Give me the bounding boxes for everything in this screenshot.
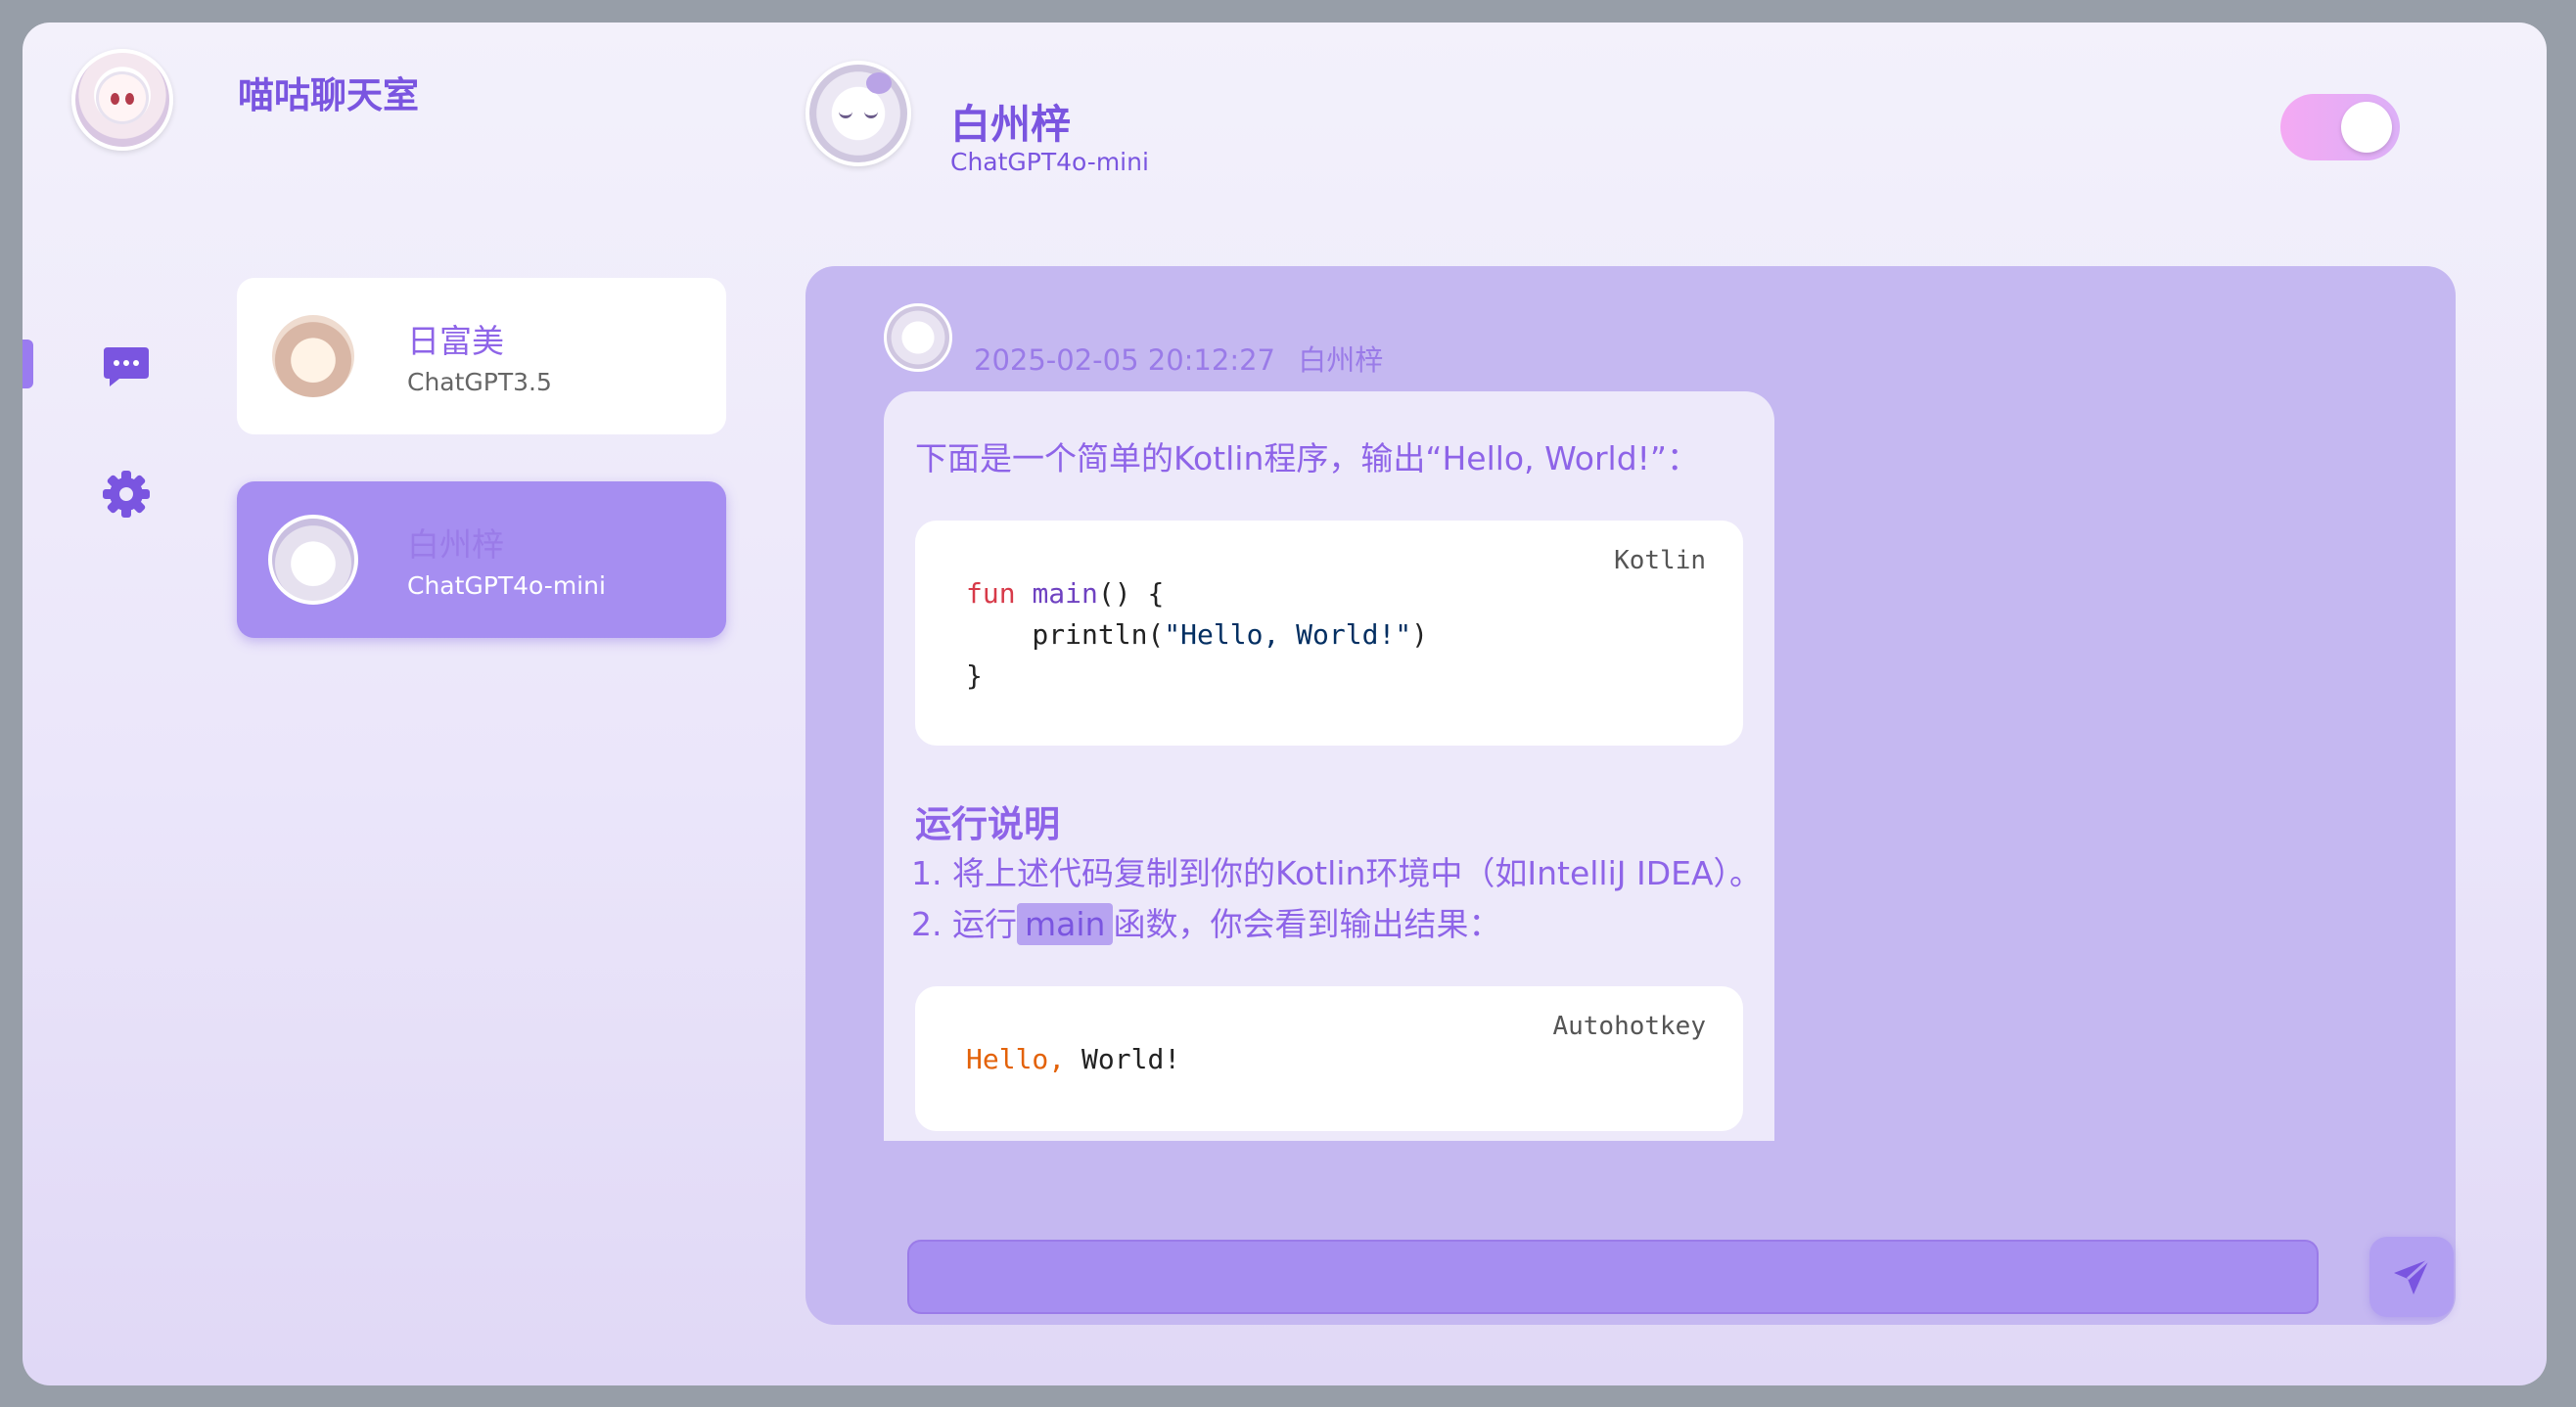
code-lines: fun main() { println("Hello, World!") } (966, 577, 1429, 692)
code-block-kotlin: Kotlin fun main() { println("Hello, Worl… (915, 521, 1743, 746)
instruction-step-1: 1. 将上述代码复制到你的Kotlin环境中（如IntelliJ IDEA）。 (911, 854, 1763, 892)
chat-panel: 2025-02-05 20:12:27 白州梓 下面是一个简单的Kotlin程序… (805, 266, 2456, 1325)
section-heading: 运行说明 (915, 803, 1060, 845)
cat-girl-avatar-icon (96, 71, 149, 124)
contact-model: ChatGPT4o-mini (407, 571, 606, 600)
header-contact-model: ChatGPT4o-mini (950, 148, 1149, 176)
message-meta: 2025-02-05 20:12:27 白州梓 (974, 338, 1383, 379)
contact-name: 日富美 (407, 322, 504, 360)
gear-icon[interactable] (102, 470, 151, 519)
inline-code: main (1016, 903, 1114, 945)
header-contact-name: 白州梓 (950, 101, 1071, 148)
contact-name: 白州梓 (407, 525, 504, 564)
send-button[interactable] (2369, 1237, 2454, 1317)
message-intro: 下面是一个简单的Kotlin程序，输出“Hello, World!”： (915, 439, 1699, 477)
app-avatar (71, 49, 173, 151)
theme-toggle[interactable] (2280, 94, 2400, 160)
message-input[interactable] (907, 1240, 2319, 1314)
app-title: 喵咕聊天室 (238, 74, 419, 116)
message-avatar (884, 303, 952, 372)
code-language-label: Autohotkey (1552, 1012, 1706, 1041)
code-lines: Hello, World! (966, 1043, 1181, 1075)
message-sender: 白州梓 (1298, 343, 1384, 377)
contact-item-1[interactable]: 日富美 ChatGPT3.5 (237, 278, 726, 434)
app-window: 喵咕聊天室 白州梓 ChatGPT4o-mini 日富美 ChatGPT3.5 … (23, 23, 2547, 1385)
contact-model: ChatGPT3.5 (407, 368, 552, 396)
message-timestamp: 2025-02-05 20:12:27 (974, 343, 1275, 377)
contact-item-2[interactable]: 白州梓 ChatGPT4o-mini (237, 481, 726, 638)
chat-bubble-icon[interactable] (102, 345, 151, 388)
code-block-output: Autohotkey Hello, World! (915, 986, 1743, 1131)
contact-avatar (268, 311, 358, 401)
nav-active-indicator (23, 340, 33, 388)
message-bubble: 下面是一个简单的Kotlin程序，输出“Hello, World!”： Kotl… (884, 391, 1774, 1141)
header-avatar (805, 61, 911, 166)
contact-avatar (268, 515, 358, 605)
toggle-knob (2341, 102, 2392, 153)
code-language-label: Kotlin (1614, 546, 1706, 575)
instruction-step-2: 2. 运行 main 函数，你会看到输出结果： (911, 903, 1501, 945)
white-haired-girl-avatar-icon (866, 72, 892, 94)
paper-plane-icon (2394, 1257, 2431, 1294)
